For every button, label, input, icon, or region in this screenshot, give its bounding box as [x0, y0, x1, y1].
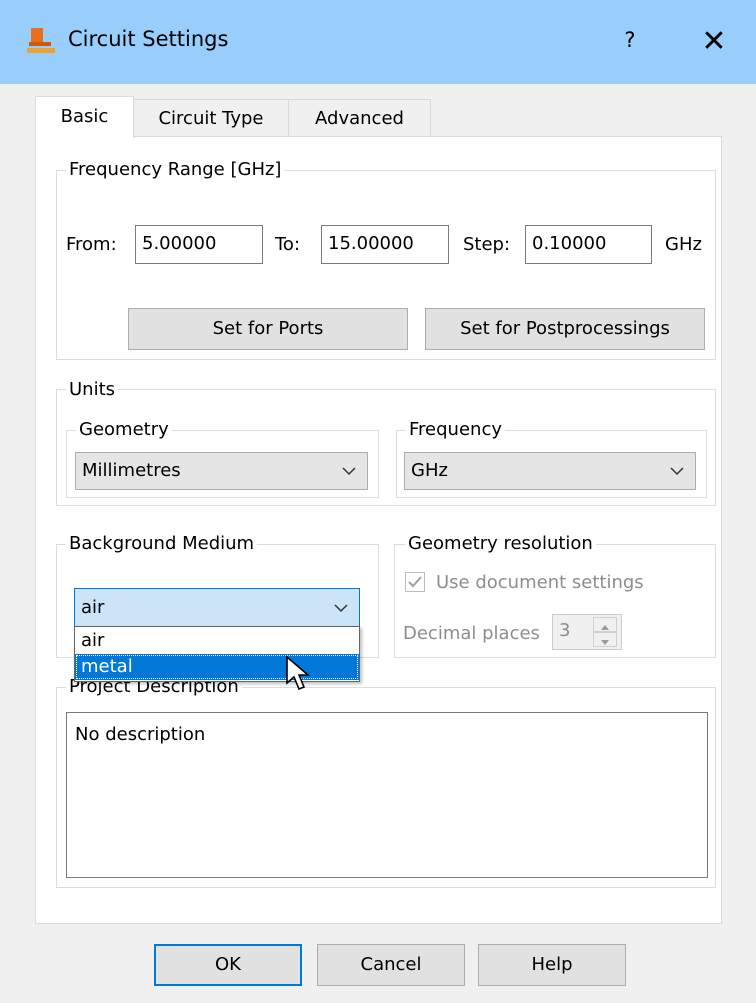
- background-medium-select[interactable]: air: [74, 588, 360, 628]
- step-field[interactable]: 0.10000: [525, 225, 652, 264]
- ok-button[interactable]: OK: [154, 944, 302, 986]
- background-medium-value: air: [81, 597, 105, 618]
- help-title-button[interactable]: ?: [612, 22, 648, 58]
- frequency-unit-label: GHz: [665, 234, 702, 255]
- checkmark-icon: [408, 576, 422, 588]
- decimal-places-spinbox[interactable]: 3: [552, 614, 622, 650]
- spin-down-button[interactable]: [593, 632, 617, 647]
- dropdown-option-air[interactable]: air: [75, 628, 359, 654]
- use-document-settings-label: Use document settings: [436, 572, 644, 593]
- chevron-down-icon: [342, 467, 356, 476]
- tab-basic[interactable]: Basic: [35, 96, 134, 138]
- to-field[interactable]: 15.00000: [321, 225, 449, 264]
- step-label: Step:: [463, 234, 511, 255]
- spin-up-button[interactable]: [593, 617, 617, 632]
- geometry-units-select[interactable]: Millimetres: [75, 452, 368, 490]
- geometry-legend: Geometry: [76, 419, 172, 441]
- chevron-down-icon: [670, 467, 684, 476]
- from-label: From:: [66, 234, 117, 255]
- set-for-postprocessings-button[interactable]: Set for Postprocessings: [425, 308, 705, 350]
- frequency-units-value: GHz: [411, 460, 448, 481]
- frequency-units-select[interactable]: GHz: [404, 452, 696, 490]
- decimal-places-label: Decimal places: [403, 623, 540, 644]
- project-description-textarea[interactable]: No description: [66, 712, 708, 878]
- geometry-resolution-legend: Geometry resolution: [405, 533, 596, 555]
- help-button[interactable]: Help: [478, 944, 626, 986]
- geometry-units-value: Millimetres: [82, 460, 181, 481]
- use-document-settings-checkbox[interactable]: [405, 572, 425, 592]
- arrow-down-icon: [601, 640, 609, 645]
- frequency-legend: Frequency: [406, 419, 505, 441]
- background-medium-dropdown-list: air metal: [74, 626, 360, 682]
- frequency-range-legend: Frequency Range [GHz]: [66, 159, 285, 181]
- units-legend: Units: [66, 379, 119, 401]
- close-button[interactable]: ✕: [692, 22, 736, 62]
- window-title: Circuit Settings: [68, 27, 229, 51]
- chevron-down-icon: [334, 604, 348, 613]
- app-icon: [26, 26, 56, 56]
- project-description-text: No description: [75, 724, 206, 745]
- from-field[interactable]: 5.00000: [135, 225, 263, 264]
- cancel-button[interactable]: Cancel: [317, 944, 465, 986]
- set-for-ports-button[interactable]: Set for Ports: [128, 308, 408, 350]
- tab-advanced[interactable]: Advanced: [288, 99, 431, 136]
- cursor-icon: [286, 655, 311, 691]
- dropdown-option-metal[interactable]: metal: [75, 654, 359, 680]
- background-medium-legend: Background Medium: [66, 533, 258, 555]
- tab-circuit-type[interactable]: Circuit Type: [133, 99, 289, 136]
- decimal-places-value: 3: [559, 620, 571, 641]
- to-label: To:: [275, 234, 301, 255]
